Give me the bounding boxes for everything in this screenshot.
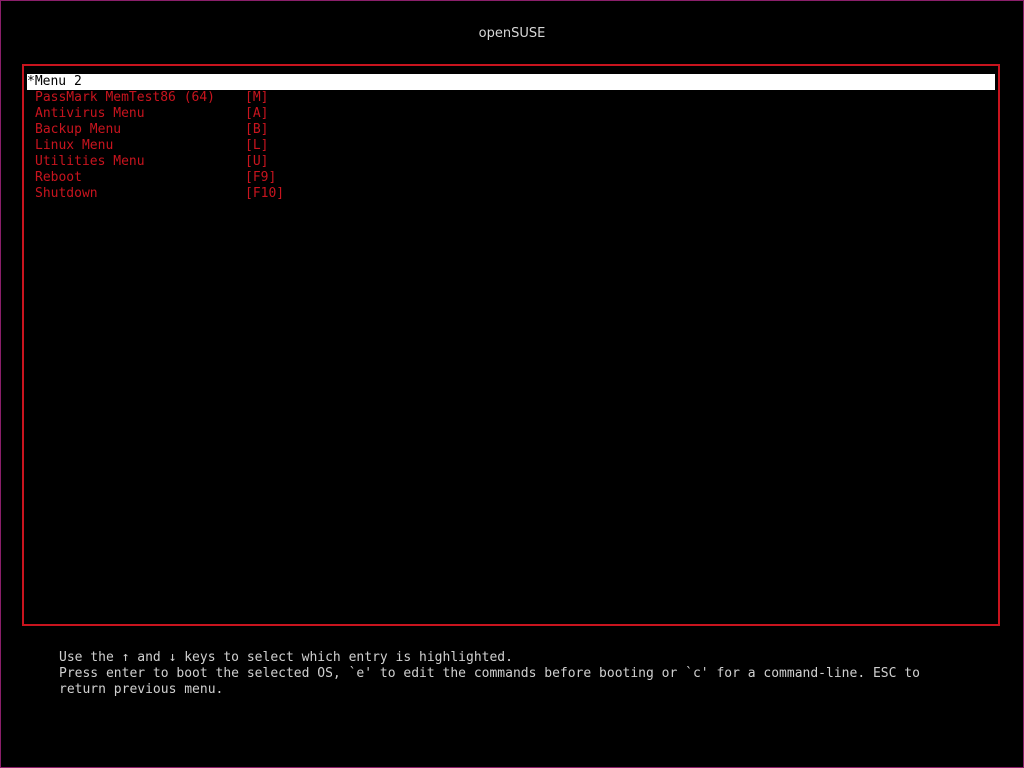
menu-entry-hotkey: [U]: [245, 154, 269, 169]
menu-entry-menu-2[interactable]: *Menu 2: [27, 74, 995, 90]
menu-entry-reboot[interactable]: Reboot [F9]: [27, 170, 995, 186]
os-title: openSUSE: [478, 26, 546, 41]
help-line-boot-instructions: Press enter to boot the selected OS, `e'…: [59, 666, 920, 681]
menu-entry-hotkey: [F10]: [245, 186, 285, 201]
menu-entry-label: Backup Menu: [35, 122, 122, 137]
menu-entry-antivirus[interactable]: Antivirus Menu [A]: [27, 106, 995, 122]
menu-entry-linux[interactable]: Linux Menu [L]: [27, 138, 995, 154]
boot-menu-box: *Menu 2 PassMark MemTest86 (64) [M] Anti…: [22, 64, 1000, 626]
menu-entry-label: Linux Menu: [35, 138, 114, 153]
help-line-navigation: Use the ↑ and ↓ keys to select which ent…: [59, 650, 513, 665]
menu-entry-memtest86[interactable]: PassMark MemTest86 (64) [M]: [27, 90, 995, 106]
boot-menu-list: *Menu 2 PassMark MemTest86 (64) [M] Anti…: [27, 74, 995, 202]
menu-entry-label: *Menu 2: [27, 74, 82, 89]
menu-entry-shutdown[interactable]: Shutdown [F10]: [27, 186, 995, 202]
menu-entry-hotkey: [M]: [245, 90, 269, 105]
menu-entry-hotkey: [A]: [245, 106, 269, 121]
help-text: Use the ↑ and ↓ keys to select which ent…: [59, 650, 979, 698]
help-line-escape: return previous menu.: [59, 682, 224, 697]
menu-entry-label: Antivirus Menu: [35, 106, 145, 121]
menu-entry-backup[interactable]: Backup Menu [B]: [27, 122, 995, 138]
menu-entry-label: Reboot: [35, 170, 82, 185]
menu-entry-label: PassMark MemTest86 (64): [35, 90, 216, 105]
menu-entry-label: Shutdown: [35, 186, 98, 201]
menu-entry-hotkey: [F9]: [245, 170, 277, 185]
menu-entry-hotkey: [L]: [245, 138, 269, 153]
menu-entry-label: Utilities Menu: [35, 154, 145, 169]
menu-entry-hotkey: [B]: [245, 122, 269, 137]
menu-entry-utilities[interactable]: Utilities Menu [U]: [27, 154, 995, 170]
